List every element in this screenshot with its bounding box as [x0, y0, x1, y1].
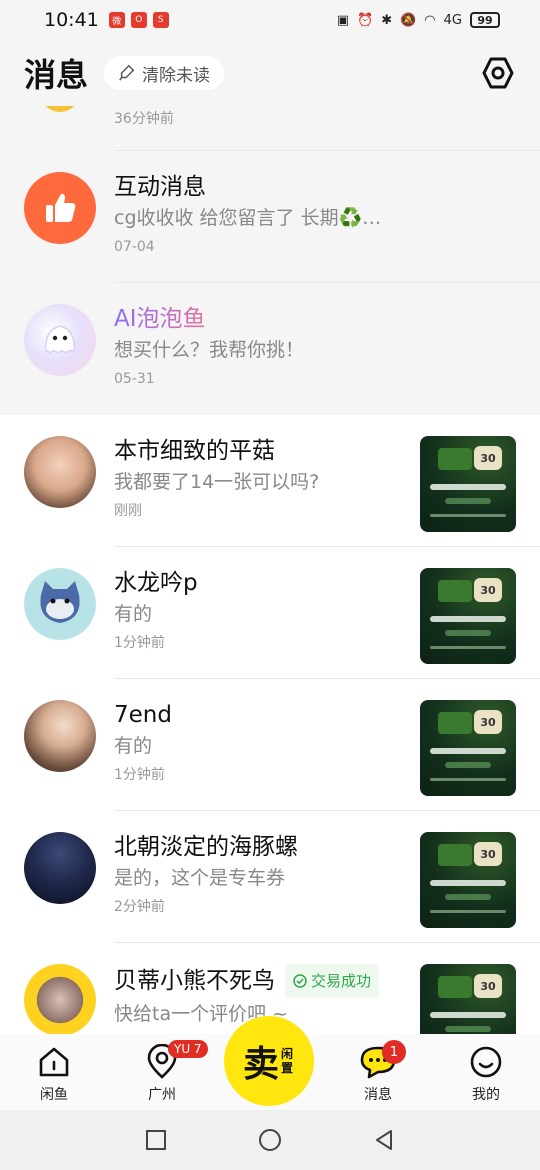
- avatar: [24, 700, 96, 772]
- tab-mine[interactable]: 我的: [432, 1034, 540, 1110]
- list-item[interactable]: 36分钟前: [0, 106, 540, 151]
- item-thumbnail[interactable]: 30: [420, 568, 516, 664]
- status-time: 10:41: [44, 9, 99, 31]
- message-time: 07-04: [114, 239, 155, 255]
- check-circle-icon: [293, 974, 307, 988]
- cat-avatar-icon: [40, 581, 80, 623]
- message-time: 1分钟前: [114, 767, 165, 783]
- avatar: [24, 832, 96, 904]
- settings-icon: [482, 57, 514, 89]
- tab-xianyu[interactable]: 闲鱼: [0, 1034, 108, 1110]
- unread-badge: 1: [382, 1040, 406, 1064]
- message-time: 05-31: [114, 371, 155, 387]
- avatar: [24, 568, 96, 640]
- item-thumbnail[interactable]: 30: [420, 832, 516, 928]
- clear-unread-button[interactable]: 清除未读: [104, 56, 225, 90]
- contact-name: AI泡泡鱼: [114, 306, 206, 332]
- deal-status-badge: 交易成功: [285, 964, 380, 998]
- message-preview: 我都要了14一张可以吗?: [114, 471, 320, 493]
- heart-app-icon: S: [152, 12, 169, 28]
- sell-label: 卖: [242, 1044, 279, 1085]
- page-title: 消息: [24, 56, 89, 94]
- contact-name: 本市细致的平菇: [114, 438, 275, 464]
- tab-badge: YU 7: [168, 1040, 208, 1058]
- item-thumbnail[interactable]: 30: [420, 436, 516, 532]
- weibo-icon: 微: [108, 12, 125, 28]
- contact-name: 互动消息: [114, 174, 206, 200]
- avatar: [24, 304, 96, 376]
- alarm-icon: ⏰: [357, 12, 374, 28]
- smile-icon: [470, 1046, 502, 1078]
- nfc-icon: ▣: [336, 12, 350, 28]
- status-bar: 10:41 微 O S ▣ ⏰ ✱ 🔕 ◠ 4G 99: [0, 0, 540, 40]
- message-list[interactable]: 36分钟前 互动消息 cg收收收 给您留言了 长期♻️… 07-04 AI泡泡鱼…: [0, 106, 540, 1034]
- contact-name: 7end: [114, 702, 172, 728]
- chat-row[interactable]: 水龙吟p 有的 1分钟前 30: [0, 547, 540, 679]
- item-thumbnail[interactable]: 30: [420, 964, 516, 1034]
- message-time: 1分钟前: [114, 635, 165, 651]
- bluetooth-icon: ✱: [381, 12, 393, 28]
- message-preview: 是的，这个是专车券: [114, 867, 286, 889]
- message-time: 36分钟前: [114, 111, 174, 127]
- chat-row[interactable]: 北朝淡定的海豚螺 是的，这个是专车券 2分钟前 30: [0, 811, 540, 943]
- avatar: [24, 964, 96, 1034]
- tab-messages[interactable]: 1 消息: [324, 1034, 432, 1110]
- contact-name: 北朝淡定的海豚螺: [114, 834, 298, 860]
- broom-icon: [119, 64, 135, 81]
- mute-icon: 🔕: [400, 12, 417, 28]
- contact-name: 贝蒂小熊不死鸟 交易成功: [114, 964, 420, 998]
- message-time: 2分钟前: [114, 899, 165, 915]
- message-time: 刚刚: [114, 503, 142, 519]
- avatar: [24, 436, 96, 508]
- avatar: [40, 106, 80, 112]
- avatar: [24, 172, 96, 244]
- list-item-ai-fish[interactable]: AI泡泡鱼 想买什么？我帮你挑！ 05-31: [0, 283, 540, 415]
- battery-icon: 99: [470, 12, 500, 28]
- system-nav-bar: [0, 1110, 540, 1170]
- home-icon: [39, 1047, 69, 1077]
- item-thumbnail[interactable]: 30: [420, 700, 516, 796]
- message-preview: 想买什么？我帮你挑！: [114, 339, 305, 361]
- app-icon: O: [130, 12, 147, 28]
- sell-sub-label: 闲置: [281, 1047, 294, 1075]
- message-preview: 有的: [114, 603, 153, 625]
- chat-row[interactable]: 本市细致的平菇 我都要了14一张可以吗? 刚刚 30: [0, 415, 540, 547]
- tab-label: 广州: [148, 1087, 176, 1103]
- status-right: ▣ ⏰ ✱ 🔕 ◠ 4G 99: [337, 12, 500, 28]
- recent-apps-button[interactable]: [145, 1129, 167, 1151]
- tab-label: 闲鱼: [40, 1087, 68, 1103]
- back-button[interactable]: [373, 1129, 395, 1151]
- contact-name: 水龙吟p: [114, 570, 198, 596]
- wifi-icon: ◠: [424, 12, 436, 28]
- tab-label: 我的: [472, 1087, 500, 1103]
- clear-unread-label: 清除未读: [142, 65, 211, 86]
- signal-icon: 4G: [443, 12, 462, 28]
- sell-button[interactable]: 卖 闲置: [224, 1016, 314, 1106]
- ghost-mascot-icon: [45, 325, 75, 355]
- home-button[interactable]: [258, 1128, 282, 1152]
- message-preview: 有的: [114, 735, 153, 757]
- tab-guangzhou[interactable]: YU 7 广州: [108, 1034, 216, 1110]
- tab-label: 消息: [364, 1087, 392, 1103]
- status-app-icons: 微 O S: [108, 12, 169, 28]
- message-preview: cg收收收 给您留言了 长期♻️…: [114, 207, 382, 229]
- list-item-interaction[interactable]: 互动消息 cg收收收 给您留言了 长期♻️… 07-04: [0, 151, 540, 283]
- header: 消息 清除未读: [0, 40, 540, 106]
- thumbs-up-icon: [46, 193, 76, 222]
- settings-button[interactable]: [480, 55, 516, 91]
- chat-row[interactable]: 7end 有的 1分钟前 30: [0, 679, 540, 811]
